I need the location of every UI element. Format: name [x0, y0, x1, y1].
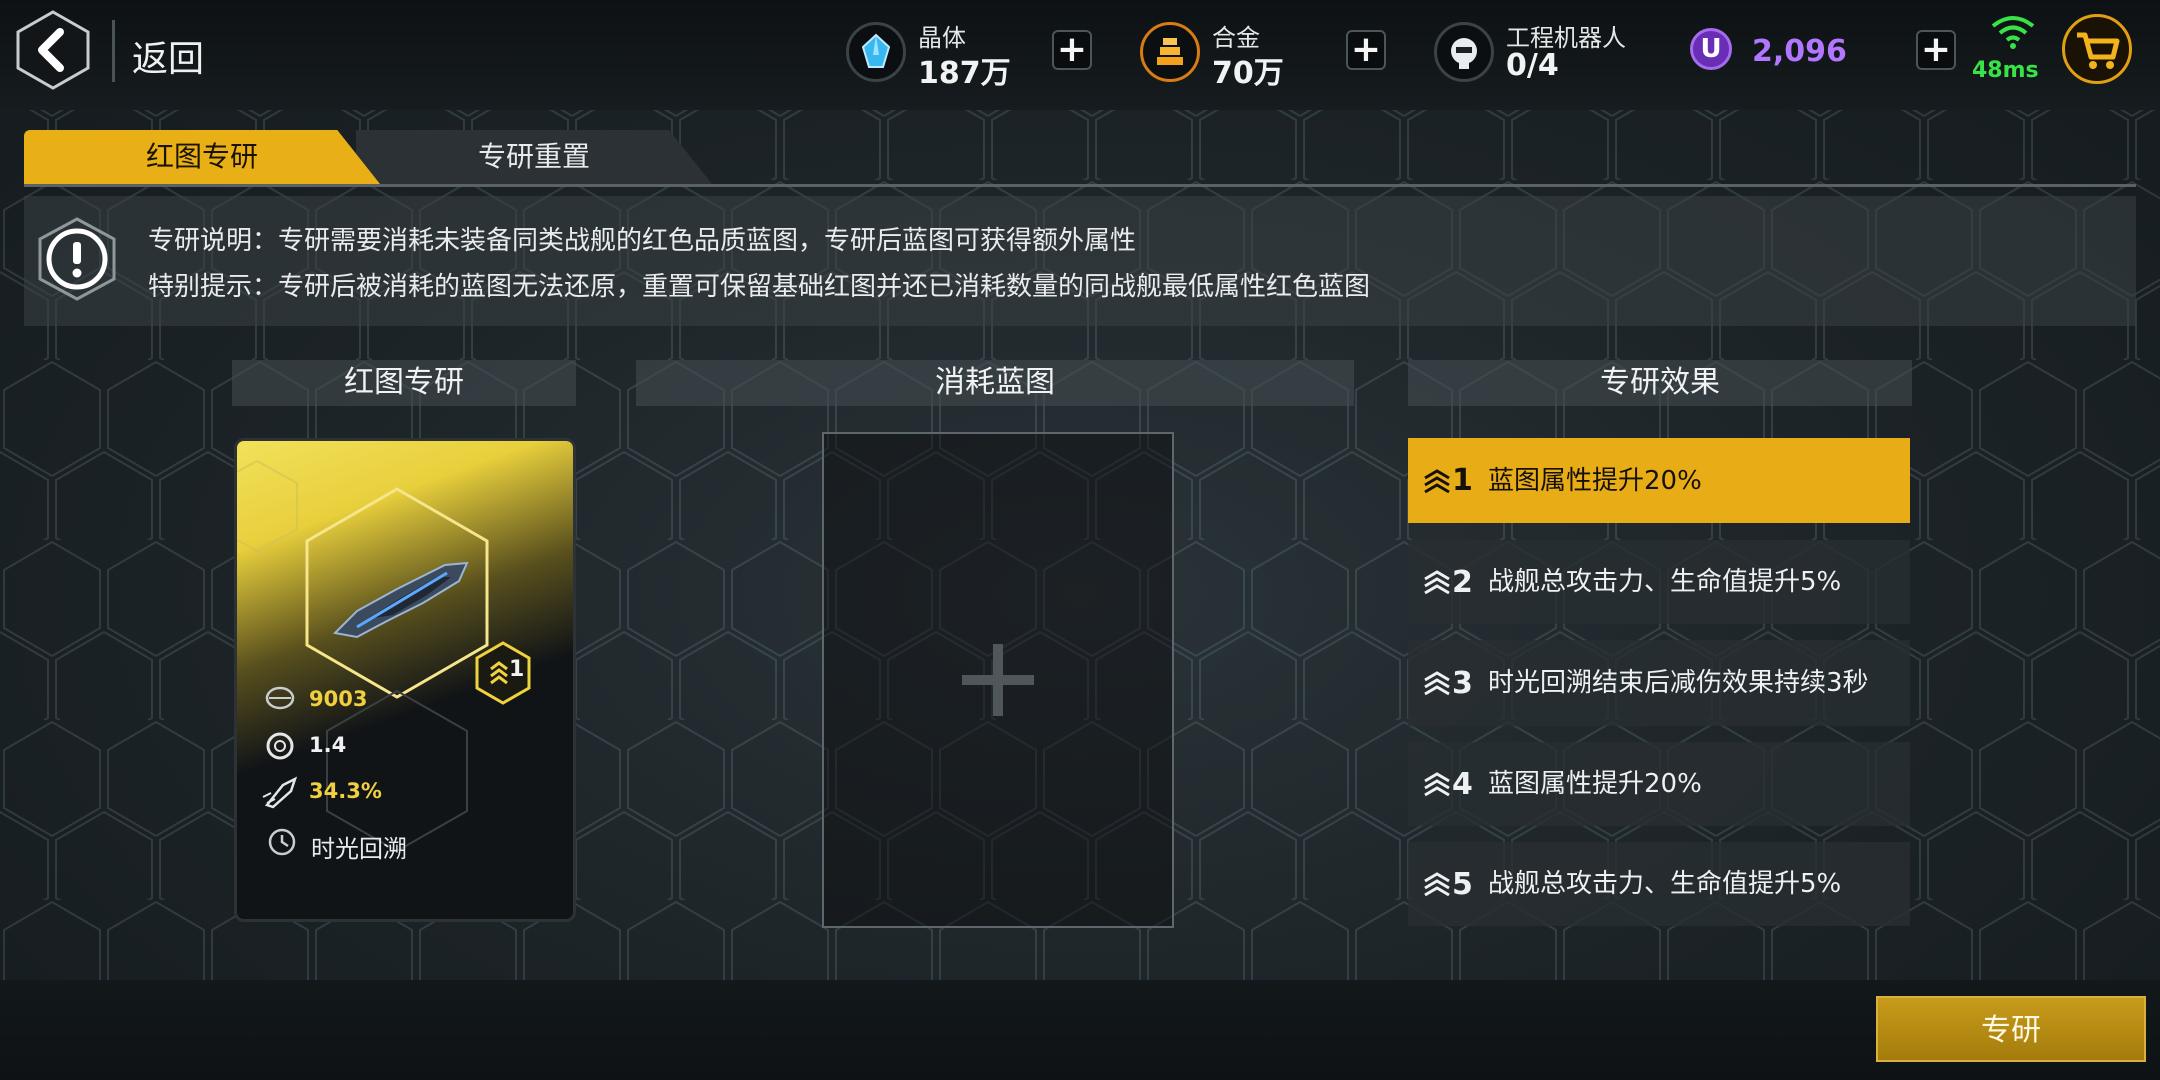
rank-chevrons-icon [1424, 570, 1450, 595]
effect-text: 蓝图属性提升20% [1488, 465, 1702, 496]
section-title-blueprint: 红图专研 [232, 360, 576, 406]
effect-number: 1 [1452, 463, 1473, 498]
resource-crystal: 晶体 187万 [846, 18, 1026, 91]
effect-item[interactable]: 1 蓝图属性提升20% [1408, 438, 1910, 523]
effect-number: 2 [1452, 564, 1473, 600]
tab-red-blueprint[interactable]: 红图专研 [24, 130, 380, 184]
info-warning: 特别提示：专研后被消耗的蓝图无法还原，重置可保留基础红图并还已消耗数量的同战舰最… [148, 272, 1371, 302]
crystal-icon [846, 22, 906, 82]
effect-item[interactable]: 2 战舰总攻击力、生命值提升5% [1408, 540, 1910, 624]
effect-num-1: 1 [1422, 438, 1473, 523]
rank-chevrons-icon [1424, 671, 1450, 696]
card-skill: 时光回溯 [311, 835, 407, 863]
effect-num-5: 5 [1422, 842, 1473, 926]
effect-number: 3 [1452, 665, 1473, 701]
effect-item[interactable]: 3 时光回溯结束后减伤效果持续3秒 [1408, 640, 1910, 726]
effect-text: 时光回溯结束后减伤效果持续3秒 [1488, 668, 1869, 698]
add-blueprint-icon [962, 644, 1034, 716]
effect-num-4: 4 [1422, 742, 1473, 826]
effect-item[interactable]: 4 蓝图属性提升20% [1408, 742, 1910, 826]
robot-icon [1434, 22, 1494, 82]
wifi-icon [1991, 16, 2035, 49]
effect-item[interactable]: 5 战舰总攻击力、生命值提升5% [1408, 842, 1910, 926]
alloy-icon [1140, 22, 1200, 82]
exclamation-icon [38, 217, 116, 301]
section-title-consume: 消耗蓝图 [636, 360, 1354, 406]
card-rate: 34.3% [309, 779, 382, 803]
time-skill-icon [268, 828, 296, 856]
alloy-value: 70万 [1212, 56, 1284, 91]
resource-alloy: 合金 70万 [1140, 18, 1320, 91]
section-title-effects: 专研效果 [1408, 360, 1912, 406]
rank-chevrons-icon [1424, 468, 1450, 493]
tab-underline [24, 184, 2136, 187]
effect-num-3: 3 [1422, 640, 1473, 726]
back-label[interactable]: 返回 [132, 30, 204, 82]
consume-blueprint-slot[interactable] [822, 432, 1174, 928]
power-icon [265, 686, 295, 710]
add-alloy-button[interactable]: + [1346, 30, 1386, 70]
effect-num-2: 2 [1422, 540, 1473, 624]
effect-number: 5 [1452, 866, 1473, 902]
info-description: 专研说明：专研需要消耗未装备同类战舰的红色品质蓝图，专研后蓝图可获得额外属性 [148, 226, 1137, 256]
bottom-bar [0, 980, 2160, 1080]
research-button[interactable]: 专研 [1876, 996, 2146, 1062]
rank-chevrons-icon [1424, 772, 1450, 797]
info-panel: 专研说明：专研需要消耗未装备同类战舰的红色品质蓝图，专研后蓝图可获得额外属性 特… [24, 196, 2136, 326]
shop-button[interactable] [2062, 14, 2132, 84]
resource-robot: 工程机器人 0/4 [1434, 18, 1664, 88]
currency-icon: U [1690, 28, 1732, 70]
card-level: 1 [509, 657, 525, 682]
effect-text: 蓝图属性提升20% [1488, 769, 1702, 799]
rank-chevrons-icon [1424, 872, 1450, 897]
top-bar: 返回 晶体 187万 + 合金 70万 + 工程机器人 0/4 U 2,096 … [0, 0, 2160, 110]
card-speed: 1.4 [309, 733, 347, 757]
effect-number: 4 [1452, 766, 1473, 802]
rocket-icon [262, 776, 298, 809]
currency-value: 2,096 [1752, 34, 1847, 69]
card-power: 9003 [309, 687, 368, 711]
header-divider [112, 20, 115, 82]
back-button[interactable] [14, 10, 92, 90]
blueprint-card[interactable]: 1 9003 1.4 34.3% 时光回溯 [234, 438, 576, 922]
effect-text: 战舰总攻击力、生命值提升5% [1488, 869, 1842, 899]
ping-text: 48ms [1972, 58, 2039, 83]
effect-text: 战舰总攻击力、生命值提升5% [1488, 567, 1842, 597]
cart-icon [2077, 32, 2120, 69]
tab-reset[interactable]: 专研重置 [356, 130, 712, 184]
speed-icon [266, 732, 294, 760]
robot-value: 0/4 [1506, 48, 1559, 83]
add-currency-button[interactable]: + [1916, 30, 1956, 70]
add-crystal-button[interactable]: + [1052, 30, 1092, 70]
back-arrow-icon [16, 10, 90, 90]
crystal-value: 187万 [918, 56, 1011, 91]
warship-icon [332, 561, 469, 639]
